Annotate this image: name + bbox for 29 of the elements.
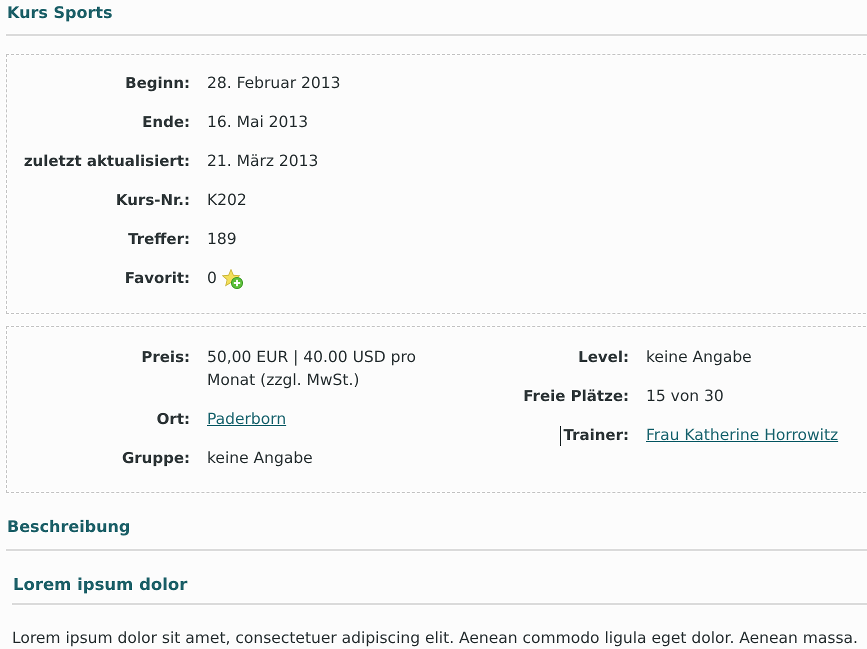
field-label: Ende: [142, 112, 190, 133]
field-label: Freie Plätze: [523, 386, 629, 407]
subsection-heading: Lorem ipsum dolor [12, 574, 188, 596]
field-value: keine Angabe [207, 449, 313, 467]
field-label: Beginn: [125, 73, 190, 94]
field-value: 0 [207, 268, 217, 289]
field-label: Level: [578, 347, 629, 368]
field-value: 28. Februar 2013 [207, 74, 340, 92]
value-link[interactable]: Frau Katherine Horrowitz [646, 426, 838, 444]
field-label: Favorit: [124, 268, 190, 289]
field-value: 21. März 2013 [207, 152, 318, 170]
star-plus-icon[interactable] [222, 268, 243, 288]
field-label: Trainer: [564, 425, 629, 446]
section-heading: Beschreibung [6, 516, 130, 538]
page-title: Kurs Sports [6, 2, 113, 24]
field-label: Preis: [141, 347, 190, 368]
field-value: 16. Mai 2013 [207, 113, 308, 131]
field-value: K202 [207, 191, 247, 209]
field-label: zuletzt aktualisiert: [24, 151, 190, 172]
field-label: Treffer: [128, 229, 190, 250]
field-label: Gruppe: [122, 448, 190, 469]
description-paragraph: Lorem ipsum dolor sit amet, consectetuer adipiscing elit. Aenean commodo ligula eget dolor. Aenean massa. [12, 628, 858, 649]
field-label: Kurs-Nr.: [116, 190, 190, 211]
field-value: 15 von 30 [646, 387, 724, 405]
field-value: keine Angabe [646, 348, 752, 366]
field-value: 189 [207, 230, 237, 248]
field-value: 50,00 EUR | 40.00 USD pro Monat (zzgl. MwSt.) [207, 348, 416, 389]
value-link[interactable]: Paderborn [207, 410, 286, 428]
field-label: Ort: [156, 409, 190, 430]
